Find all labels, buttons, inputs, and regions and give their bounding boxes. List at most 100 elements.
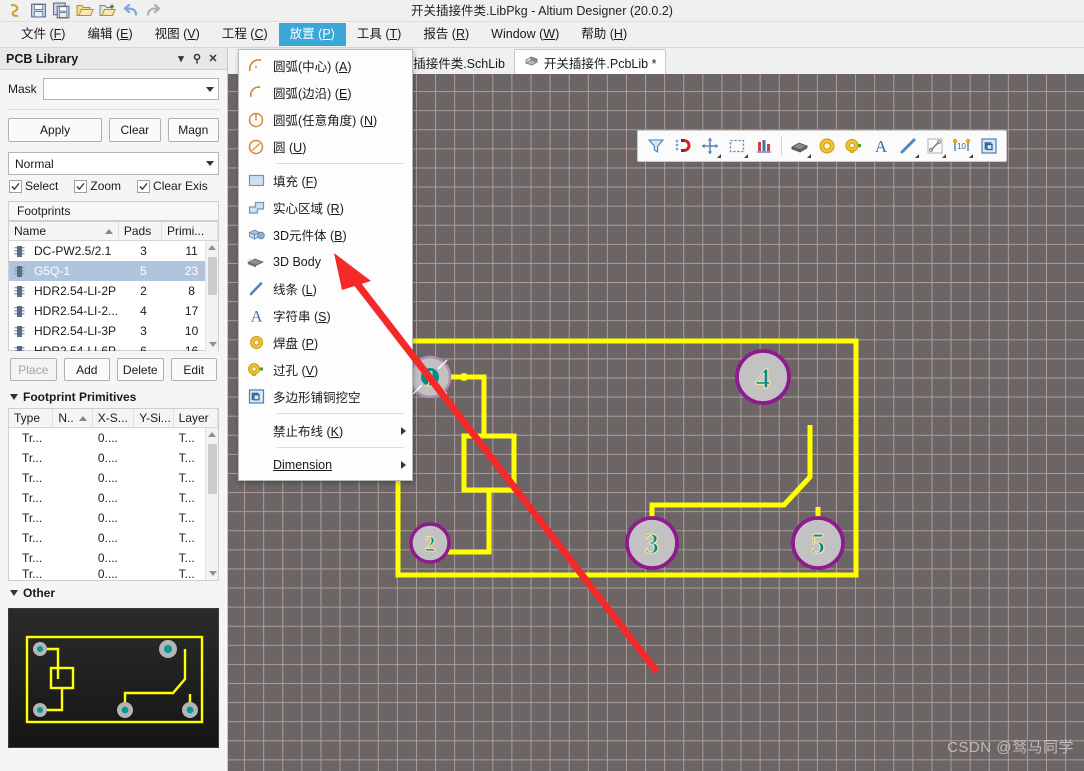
pin-icon[interactable]: ⚲	[189, 52, 205, 65]
apply-button[interactable]: Apply	[8, 118, 103, 142]
footprints-grid-body: DC-PW2.5/2.1 3 11 G5Q-1 5 23 HDR2.54-LI-…	[9, 241, 218, 351]
menu-help[interactable]: 帮助 (H)	[570, 23, 638, 46]
menu-item-dimension[interactable]: Dimension	[239, 451, 412, 478]
menu-reports[interactable]: 报告 (R)	[412, 23, 480, 46]
scroll-down-icon[interactable]	[206, 338, 218, 351]
primitives-scrollbar[interactable]	[205, 428, 218, 580]
menu-item-3d-body[interactable]: 3D Body	[239, 248, 412, 275]
column-header-primitives[interactable]: Primi...	[162, 222, 218, 240]
mode-select[interactable]: Normal	[8, 152, 219, 175]
table-row[interactable]: Tr... 0.... T...	[9, 508, 218, 528]
select-checkbox[interactable]	[9, 179, 22, 193]
footprint-primitives-title: Footprint Primitives	[23, 390, 137, 404]
column-header-name[interactable]: N..	[53, 409, 93, 427]
table-row[interactable]: HDR2.54-LI-2P 2 8	[9, 281, 218, 301]
scrollbar-thumb[interactable]	[208, 444, 217, 494]
chevron-down-icon[interactable]	[206, 161, 214, 166]
column-header-pads[interactable]: Pads	[119, 222, 162, 240]
add-button[interactable]: Add	[63, 358, 110, 381]
pad-2: 2	[409, 522, 451, 564]
column-header-name[interactable]: Name	[9, 222, 119, 240]
mask-row: Mask	[0, 70, 227, 104]
menu-item-circle[interactable]: 圆 (U)	[239, 133, 412, 160]
scroll-up-icon[interactable]	[206, 241, 218, 254]
pad-3: 3	[625, 516, 679, 570]
primitive-type: Tr...	[22, 531, 43, 545]
tab-pcblib[interactable]: 开关插接件.PcbLib *	[513, 49, 667, 74]
delete-button[interactable]: Delete	[117, 358, 164, 381]
mask-input[interactable]	[42, 78, 219, 100]
menu-item-label: 禁止布线 (K)	[273, 425, 344, 439]
pad-icon	[239, 334, 273, 351]
menu-item-label: 圆弧(中心) (A)	[273, 60, 352, 74]
menu-item-label: 3D Body	[273, 254, 321, 269]
chevron-down-icon[interactable]: ▾	[173, 52, 189, 65]
other-section-header[interactable]: Other	[0, 581, 227, 604]
menu-item-keepout[interactable]: 禁止布线 (K)	[239, 417, 412, 444]
table-row[interactable]: Tr... 0.... T...	[9, 488, 218, 508]
footprints-scrollbar[interactable]	[205, 241, 218, 351]
menu-item-label: 圆弧(边沿) (E)	[273, 87, 352, 101]
table-row[interactable]: HDR2.54-LI-2... 4 17	[9, 301, 218, 321]
menu-item-arc-center[interactable]: 圆弧(中心) (A)	[239, 52, 412, 79]
place-button[interactable]: Place	[10, 358, 57, 381]
column-header-xsize[interactable]: X-S...	[93, 409, 135, 427]
clear-button[interactable]: Clear	[109, 118, 161, 142]
scrollbar-thumb[interactable]	[208, 257, 217, 295]
arc-center-icon	[239, 57, 273, 74]
table-row[interactable]: Tr... 0.... T...	[9, 448, 218, 468]
menu-project[interactable]: 工程 (C)	[211, 23, 279, 46]
table-row[interactable]: Tr... 0.... T...	[9, 468, 218, 488]
primitive-xsize: 0....	[97, 531, 118, 545]
column-header-ysize[interactable]: Y-Si...	[134, 409, 174, 427]
menu-item-pad[interactable]: 焊盘 (P)	[239, 329, 412, 356]
menu-item-3d-component-body[interactable]: 3D元件体 (B)	[239, 221, 412, 248]
menu-item-via[interactable]: 过孔 (V)	[239, 356, 412, 383]
close-icon[interactable]: ✕	[205, 52, 221, 65]
menu-view[interactable]: 视图 (V)	[144, 23, 211, 46]
table-row[interactable]: HDR2.54-LI-6P 6 16	[9, 341, 218, 351]
table-row[interactable]: Tr... 0.... T...	[9, 548, 218, 568]
table-row[interactable]: Tr... 0.... T...	[9, 428, 218, 448]
menu-tools[interactable]: 工具 (T)	[346, 23, 412, 46]
column-header-type[interactable]: Type	[9, 409, 54, 427]
footprint-preview[interactable]	[8, 608, 219, 748]
menu-item-fill[interactable]: 填充 (F)	[239, 167, 412, 194]
table-row[interactable]: DC-PW2.5/2.1 3 11	[9, 241, 218, 261]
table-row[interactable]: HDR2.54-LI-3P 3 10	[9, 321, 218, 341]
collapse-triangle-icon[interactable]	[10, 590, 18, 596]
menu-edit[interactable]: 编辑 (E)	[76, 23, 143, 46]
primitives-grid-body: Tr... 0.... T... Tr... 0.... T... Tr... 0....…	[9, 428, 218, 580]
menu-bar: 文件 (F) 编辑 (E) 视图 (V) 工程 (C) 放置 (P) 工具 (T…	[0, 22, 1084, 48]
menu-item-arc-any-angle[interactable]: 圆弧(任意角度) (N)	[239, 106, 412, 133]
menu-place[interactable]: 放置 (P)	[278, 23, 346, 46]
menu-item-solid-region[interactable]: 实心区域 (R)	[239, 194, 412, 221]
tab-label: 开关插接件.PcbLib *	[543, 56, 657, 71]
menu-window[interactable]: Window (W)	[480, 23, 570, 46]
collapse-triangle-icon[interactable]	[10, 394, 18, 400]
table-row[interactable]: G5Q-1 5 23	[9, 261, 218, 281]
select-checkbox-label: Select	[25, 179, 59, 193]
magnify-button[interactable]: Magn	[167, 118, 219, 142]
table-row[interactable]: Tr... 0.... T...	[9, 568, 218, 579]
submenu-arrow-icon	[401, 426, 406, 435]
footprint-primitives-header[interactable]: Footprint Primitives	[0, 385, 227, 408]
polygon-cutout-icon	[239, 388, 273, 405]
menu-item-line[interactable]: 线条 (L)	[239, 275, 412, 302]
column-header-layer[interactable]: Layer	[174, 409, 218, 427]
zoom-checkbox-label: Zoom	[90, 179, 122, 193]
menu-item-polygon-cutout[interactable]: 多边形铺铜挖空	[239, 383, 412, 410]
footprint-pads: 6	[140, 344, 147, 351]
scroll-up-icon[interactable]	[206, 428, 218, 441]
table-row[interactable]: Tr... 0.... T...	[9, 528, 218, 548]
pad-1: 1	[408, 355, 452, 399]
footprints-tab[interactable]: Footprints	[8, 201, 219, 221]
scroll-down-icon[interactable]	[206, 567, 218, 580]
zoom-checkbox[interactable]	[74, 179, 88, 193]
clear-existing-checkbox[interactable]	[137, 179, 151, 193]
menu-item-string[interactable]: A 字符串 (S)	[239, 302, 412, 329]
menu-file[interactable]: 文件 (F)	[10, 23, 76, 46]
edit-button[interactable]: Edit	[170, 358, 217, 381]
menu-item-arc-edge[interactable]: 圆弧(边沿) (E)	[239, 79, 412, 106]
chevron-down-icon[interactable]	[206, 86, 214, 92]
